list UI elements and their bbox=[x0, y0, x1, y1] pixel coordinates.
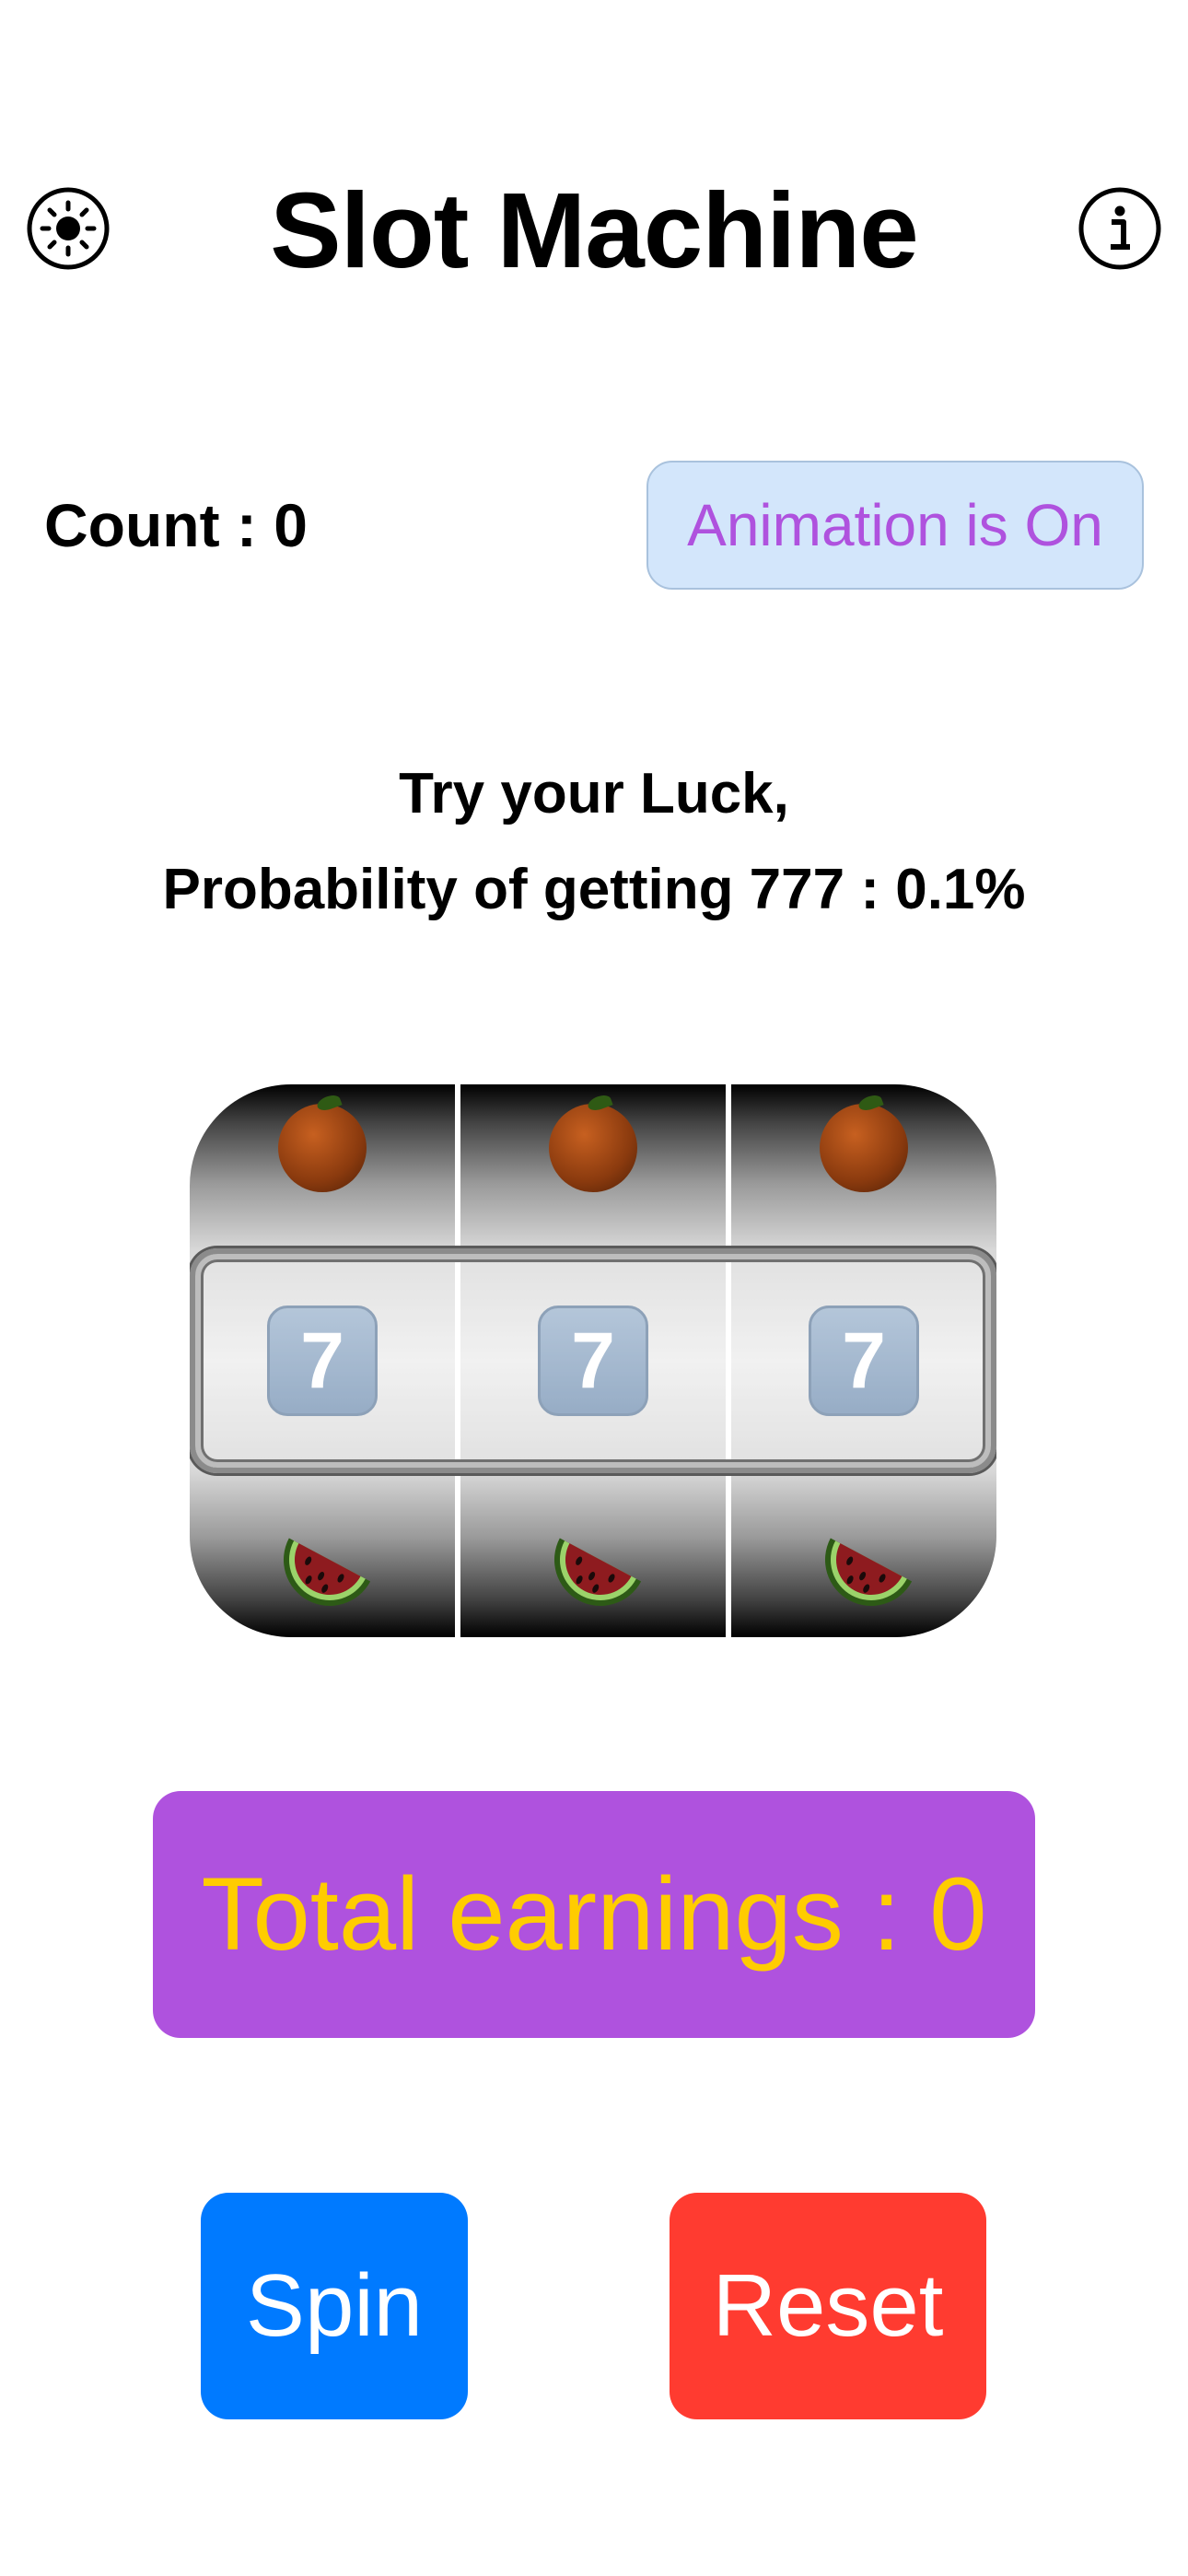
animation-toggle-label: Animation is On bbox=[687, 492, 1103, 558]
payline-window bbox=[190, 1248, 996, 1473]
total-earnings-label: Total earnings : 0 bbox=[201, 1856, 987, 1972]
info-icon bbox=[1077, 186, 1162, 275]
tagline: Try your Luck, Probability of getting 77… bbox=[0, 746, 1188, 938]
sun-icon bbox=[26, 186, 111, 275]
slot-machine: 7 7 7 bbox=[190, 1084, 996, 1637]
reset-button-label: Reset bbox=[712, 2256, 944, 2355]
orange-icon bbox=[542, 1097, 644, 1199]
brightness-button[interactable] bbox=[22, 184, 114, 276]
spin-button[interactable]: Spin bbox=[201, 2193, 468, 2419]
watermelon-icon bbox=[533, 1514, 653, 1624]
page-title: Slot Machine bbox=[270, 170, 918, 290]
watermelon-icon bbox=[804, 1514, 924, 1624]
orange-icon bbox=[272, 1097, 373, 1199]
total-earnings-banner: Total earnings : 0 bbox=[153, 1791, 1035, 2038]
count-label: Count : 0 bbox=[44, 491, 308, 559]
tagline-line-2: Probability of getting 777 : 0.1% bbox=[162, 858, 1026, 921]
watermelon-icon bbox=[262, 1514, 382, 1624]
tagline-line-1: Try your Luck, bbox=[399, 762, 789, 825]
animation-toggle-button[interactable]: Animation is On bbox=[646, 461, 1144, 590]
header: Slot Machine bbox=[0, 147, 1188, 313]
reset-button[interactable]: Reset bbox=[670, 2193, 986, 2419]
info-button[interactable] bbox=[1074, 184, 1166, 276]
orange-icon bbox=[813, 1097, 914, 1199]
spin-button-label: Spin bbox=[245, 2256, 424, 2355]
